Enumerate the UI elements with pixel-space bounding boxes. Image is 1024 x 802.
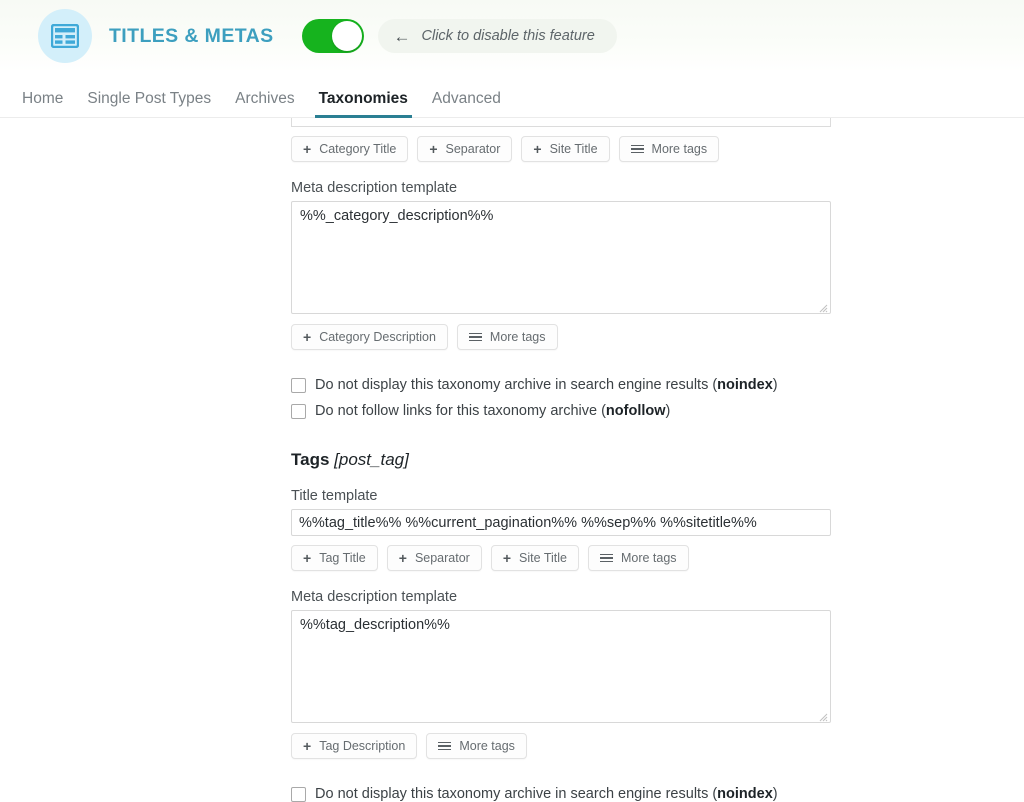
plus-icon: + <box>429 141 438 157</box>
button-label: Site Title <box>549 142 598 156</box>
category-nofollow-label: Do not follow links for this taxonomy ar… <box>315 403 671 419</box>
insert-tag-description-button[interactable]: + Tag Description <box>291 733 418 759</box>
button-label: Category Description <box>319 330 436 344</box>
button-label: Tag Title <box>319 551 366 565</box>
category-meta-description-field[interactable] <box>291 201 831 314</box>
tab-home[interactable]: Home <box>22 90 63 118</box>
more-tags-button[interactable]: More tags <box>456 324 558 350</box>
page-title: TITLES & METAS <box>109 24 274 47</box>
more-tags-button[interactable]: More tags <box>587 545 689 571</box>
tags-heading-name: Tags <box>291 450 330 469</box>
tab-single-post-types[interactable]: Single Post Types <box>87 90 211 118</box>
more-tags-button[interactable]: More tags <box>618 136 720 162</box>
button-label: More tags <box>620 551 677 565</box>
plus-icon: + <box>502 550 512 566</box>
category-meta-description-textarea[interactable] <box>292 202 830 313</box>
tag-noindex-label: Do not display this taxonomy archive in … <box>315 786 778 802</box>
tag-description-tag-buttons: + Tag Description More tags <box>291 733 1024 759</box>
category-nofollow-row[interactable]: Do not follow links for this taxonomy ar… <box>291 400 1024 422</box>
tag-meta-description-label: Meta description template <box>291 589 458 605</box>
plus-icon: + <box>303 141 312 157</box>
tag-title-template-input[interactable] <box>291 509 831 536</box>
category-nofollow-checkbox[interactable] <box>291 403 306 419</box>
feature-hint-pill: ← Click to disable this feature <box>377 19 617 53</box>
category-title-template-input-cropped[interactable] <box>291 118 831 127</box>
category-noindex-checkbox[interactable] <box>291 377 306 393</box>
button-label: Separator <box>445 142 501 156</box>
button-label: Category Title <box>319 142 397 156</box>
button-label: Separator <box>414 551 470 565</box>
tab-taxonomies[interactable]: Taxonomies <box>314 90 413 118</box>
feature-hint-text: Click to disable this feature <box>421 28 595 44</box>
button-label: More tags <box>489 330 546 344</box>
tags-section: Tags [post_tag] Title template + Tag Tit… <box>291 450 1024 802</box>
plus-icon: + <box>303 329 312 345</box>
arrow-left-icon: ← <box>393 26 411 46</box>
tag-title-template-label: Title template <box>291 488 378 504</box>
tab-advanced[interactable]: Advanced <box>432 90 501 118</box>
insert-site-title-button[interactable]: + Site Title <box>490 545 579 571</box>
main-content: + Category Title + Separator + Site Titl… <box>0 118 1024 802</box>
insert-tag-title-button[interactable]: + Tag Title <box>291 545 378 571</box>
feature-toggle[interactable] <box>301 19 364 53</box>
category-meta-description-label: Meta description template <box>291 180 458 196</box>
category-description-tag-buttons: + Category Description More tags <box>291 324 1024 350</box>
app-header: TITLES & METAS ← Click to disable this f… <box>0 0 1024 72</box>
category-noindex-row[interactable]: Do not display this taxonomy archive in … <box>291 374 1024 396</box>
button-label: Site Title <box>519 551 567 565</box>
hamburger-icon <box>599 553 613 563</box>
tag-noindex-row[interactable]: Do not display this taxonomy archive in … <box>291 783 1024 802</box>
category-title-tag-buttons: + Category Title + Separator + Site Titl… <box>291 136 1024 162</box>
tag-meta-description-textarea[interactable] <box>292 611 830 722</box>
plus-icon: + <box>303 550 312 566</box>
insert-separator-button[interactable]: + Separator <box>386 545 482 571</box>
tags-section-heading: Tags [post_tag] <box>291 450 1024 470</box>
button-label: More tags <box>651 142 708 156</box>
hamburger-icon <box>468 332 482 342</box>
tab-archives[interactable]: Archives <box>235 90 294 118</box>
more-tags-button[interactable]: More tags <box>426 733 527 759</box>
button-label: More tags <box>459 739 515 753</box>
table-grid-icon <box>51 24 79 48</box>
plus-icon: + <box>533 141 542 157</box>
category-noindex-label: Do not display this taxonomy archive in … <box>315 377 778 393</box>
primary-nav: Home Single Post Types Archives Taxonomi… <box>0 72 1024 118</box>
insert-separator-button[interactable]: + Separator <box>417 136 513 162</box>
plus-icon: + <box>303 738 312 754</box>
plus-icon: + <box>398 550 407 566</box>
tag-meta-description-field[interactable] <box>291 610 831 723</box>
insert-category-title-button[interactable]: + Category Title <box>291 136 409 162</box>
app-logo <box>38 9 92 63</box>
hamburger-icon <box>630 144 644 154</box>
insert-category-description-button[interactable]: + Category Description <box>291 324 448 350</box>
tag-noindex-checkbox[interactable] <box>291 786 306 802</box>
toggle-knob <box>331 21 362 51</box>
tags-heading-slug: [post_tag] <box>334 450 409 469</box>
tag-title-tag-buttons: + Tag Title + Separator + Site Title Mor… <box>291 545 1024 571</box>
button-label: Tag Description <box>319 739 406 753</box>
categories-section: + Category Title + Separator + Site Titl… <box>291 118 1024 422</box>
hamburger-icon <box>438 741 452 751</box>
insert-site-title-button[interactable]: + Site Title <box>521 136 610 162</box>
